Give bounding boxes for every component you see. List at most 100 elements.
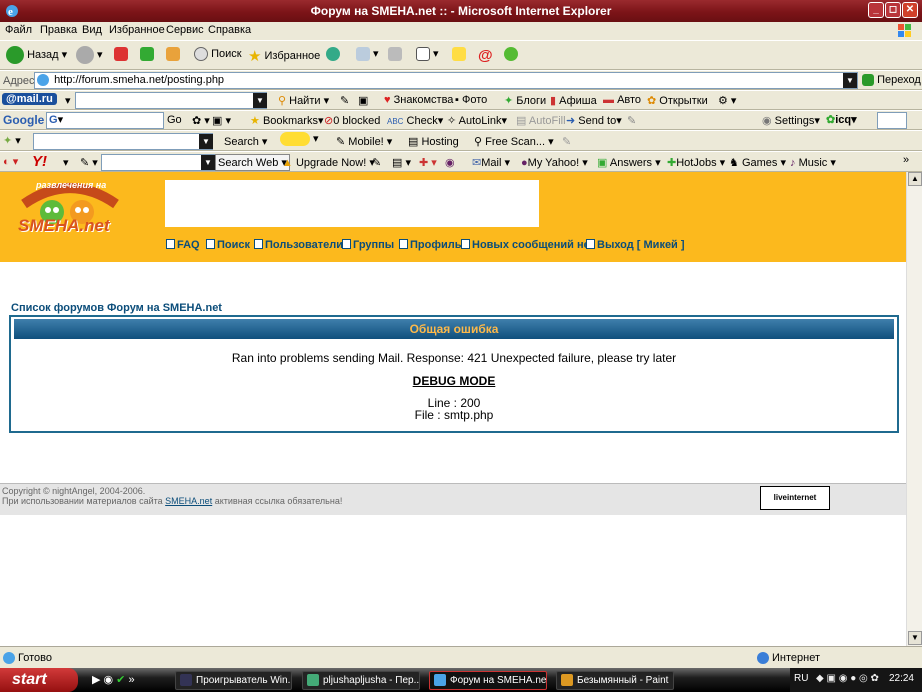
mailru-search-dropdown[interactable]: ▼ bbox=[253, 93, 267, 108]
menu-view[interactable]: Вид bbox=[82, 24, 102, 36]
tray-icons[interactable]: ◆ ▣ ◉ ● ◎ ✿ bbox=[816, 673, 879, 684]
autolink-button[interactable]: ✧ AutoLink▾ bbox=[447, 114, 507, 127]
menu-file[interactable]: Файл bbox=[5, 24, 32, 36]
yahoo-antispy-icon[interactable]: ✚ ▾ bbox=[419, 156, 437, 169]
favorites-button[interactable]: ★ Избранное bbox=[248, 47, 320, 65]
menu-edit[interactable]: Правка bbox=[40, 24, 77, 36]
music-button[interactable]: ♪ Music ▾ bbox=[790, 156, 836, 169]
menu-favorites[interactable]: Избранное bbox=[109, 24, 165, 36]
mailru-find-button[interactable]: ⚲ Найти ▾ bbox=[278, 94, 329, 107]
google-settings-icon[interactable]: ✿ ▾ bbox=[192, 114, 210, 127]
nav-new-posts[interactable]: Новых сообщений нет bbox=[461, 239, 595, 251]
myyahoo-button[interactable]: ●My Yahoo! ▾ bbox=[521, 156, 588, 169]
google-go-button[interactable]: Go bbox=[167, 114, 182, 126]
google-menu-icon[interactable]: ▣ ▾ bbox=[212, 114, 231, 127]
language-indicator[interactable]: RU bbox=[794, 673, 808, 684]
yahoo-home-icon[interactable]: ◐ ▾ bbox=[3, 155, 18, 168]
edit-button[interactable]: ▾ bbox=[416, 47, 439, 62]
mailru-menu-arrow[interactable]: ▾ bbox=[65, 94, 71, 107]
yahoo-pen-icon[interactable]: ✎ ▾ bbox=[80, 156, 98, 169]
mailru-logo[interactable]: @mail.ru bbox=[2, 93, 57, 105]
yahoo-messenger-icon[interactable]: ◉ bbox=[445, 156, 455, 169]
site-logo[interactable]: развлечения на SMEHA.net bbox=[14, 178, 126, 242]
yahoo-search-input[interactable] bbox=[101, 154, 215, 171]
autofill-button[interactable]: ▤ AutoFill bbox=[516, 114, 566, 127]
start-button[interactable]: start bbox=[0, 668, 78, 692]
freescan-button[interactable]: ⚲ Free Scan... ▾ bbox=[474, 135, 554, 148]
highlight-icon[interactable]: ✎ bbox=[340, 94, 349, 107]
liveinternet-counter[interactable]: liveinternet bbox=[760, 486, 830, 510]
history-button[interactable] bbox=[326, 47, 340, 61]
google-settings-button[interactable]: ◉ Settings▾ bbox=[762, 114, 820, 127]
mail-button[interactable]: ▾ bbox=[356, 47, 379, 62]
spellcheck-button[interactable]: ABC Check▾ bbox=[387, 114, 443, 127]
extra-search-button[interactable]: Search ▾ bbox=[224, 135, 267, 148]
hosting-button[interactable]: ▤ Hosting bbox=[408, 135, 459, 148]
mobile-button[interactable]: ✎ Mobile! ▾ bbox=[336, 135, 392, 148]
yahoo-search-dropdown[interactable]: ▼ bbox=[201, 155, 215, 170]
notes-button[interactable] bbox=[452, 47, 466, 61]
nav-groups[interactable]: Группы bbox=[342, 239, 394, 251]
task-ie-forum[interactable]: Форум на SMEHA.ne... bbox=[429, 671, 547, 690]
answers-button[interactable]: ▣ Answers ▾ bbox=[597, 156, 661, 169]
back-button[interactable]: Назад ▾ bbox=[6, 46, 67, 64]
nav-search[interactable]: Поиск bbox=[206, 239, 250, 251]
page-find-icon[interactable]: ▣ bbox=[358, 94, 368, 107]
search-button[interactable]: Поиск bbox=[194, 47, 242, 61]
mailru-options-button[interactable]: ⚙ ▾ bbox=[718, 94, 736, 107]
icq-button-toolbar[interactable]: ✿icq▾ bbox=[826, 113, 857, 126]
hotjobs-button[interactable]: ✚HotJobs ▾ bbox=[667, 156, 725, 169]
pen-icon[interactable]: ✎ bbox=[627, 114, 636, 127]
go-button[interactable]: Переход bbox=[862, 74, 921, 87]
games-button[interactable]: ♞ Games ▾ bbox=[729, 156, 786, 169]
upgrade-button[interactable]: ▲ Upgrade Now! ▾ bbox=[282, 156, 375, 169]
menu-help[interactable]: Справка bbox=[208, 24, 251, 36]
email-link-button[interactable]: @ bbox=[478, 47, 493, 64]
mailru-link-dating[interactable]: ♥ Знакомства bbox=[384, 94, 453, 106]
mailru-link-blogs[interactable]: ✦ Блоги bbox=[504, 94, 546, 107]
mailru-link-auto[interactable]: ▬ Авто bbox=[603, 94, 641, 106]
mailru-link-cards[interactable]: ✿ Открытки bbox=[647, 94, 708, 107]
mailru-search-input[interactable] bbox=[75, 92, 267, 109]
menu-tools[interactable]: Сервис bbox=[166, 24, 204, 36]
yahoo-form-icon[interactable]: ▤ ▾ bbox=[392, 156, 411, 169]
bookmarks-button[interactable]: ★ Bookmarks▾ bbox=[250, 114, 324, 127]
nav-logout[interactable]: Выход [ Микей ] bbox=[586, 239, 685, 251]
nav-faq[interactable]: FAQ bbox=[166, 239, 200, 251]
yahoo-mail-button[interactable]: ✉Mail ▾ bbox=[472, 156, 510, 169]
vertical-scrollbar[interactable]: ▲ ▼ bbox=[906, 172, 922, 646]
quicklaunch-icons[interactable]: ▶ ◉ ✔ » bbox=[92, 673, 135, 686]
stop-button[interactable] bbox=[114, 47, 128, 61]
task-paint[interactable]: Безымянный - Paint bbox=[556, 671, 674, 690]
google-logo[interactable]: Google bbox=[3, 113, 44, 127]
breadcrumb[interactable]: Список форумов Форум на SMEHA.net bbox=[11, 302, 222, 314]
refresh-button[interactable] bbox=[140, 47, 154, 61]
mailru-link-afisha[interactable]: ▮ Афиша bbox=[550, 94, 597, 107]
scroll-down-icon[interactable]: ▼ bbox=[908, 631, 922, 645]
google-search-input[interactable]: G▾ bbox=[46, 112, 164, 129]
close-button[interactable]: ✕ bbox=[902, 2, 918, 18]
nav-users[interactable]: Пользователи bbox=[254, 239, 343, 251]
icq-button[interactable] bbox=[504, 47, 518, 61]
extra-pen-icon[interactable]: ✎ bbox=[562, 135, 571, 148]
sendto-button[interactable]: ➜ Send to▾ bbox=[566, 114, 622, 127]
smiley-button[interactable]: ▾ bbox=[280, 132, 319, 147]
toolbar-overflow-chevron[interactable]: » bbox=[903, 154, 909, 166]
extra-search-dropdown[interactable]: ▼ bbox=[199, 134, 213, 149]
popup-blocker-button[interactable]: ⊘0 blocked bbox=[324, 114, 380, 127]
yahoo-logo-arrow[interactable]: ▾ bbox=[63, 156, 69, 169]
minimize-button[interactable]: _ bbox=[868, 2, 884, 18]
footer-site-link[interactable]: SMEHA.net bbox=[165, 496, 212, 506]
nav-profile[interactable]: Профиль bbox=[399, 239, 461, 251]
mailru-link-photo[interactable]: ▪ Фото bbox=[455, 94, 487, 106]
toolbar-logo-icon[interactable]: ✦ ▾ bbox=[3, 134, 21, 147]
search-web-button[interactable]: Search Web ▾ bbox=[215, 154, 290, 171]
task-pljusha[interactable]: pljushapljusha - Пер... bbox=[302, 671, 420, 690]
scroll-up-icon[interactable]: ▲ bbox=[908, 172, 922, 186]
address-input[interactable]: http://forum.smeha.net/posting.php bbox=[34, 72, 858, 89]
task-media-player[interactable]: Проигрыватель Win... bbox=[175, 671, 292, 690]
ad-banner[interactable] bbox=[165, 180, 539, 227]
forward-button[interactable]: ▾ bbox=[76, 46, 103, 64]
icq-input[interactable] bbox=[877, 112, 907, 129]
yahoo-edit-icon[interactable]: ✎ bbox=[372, 156, 381, 169]
